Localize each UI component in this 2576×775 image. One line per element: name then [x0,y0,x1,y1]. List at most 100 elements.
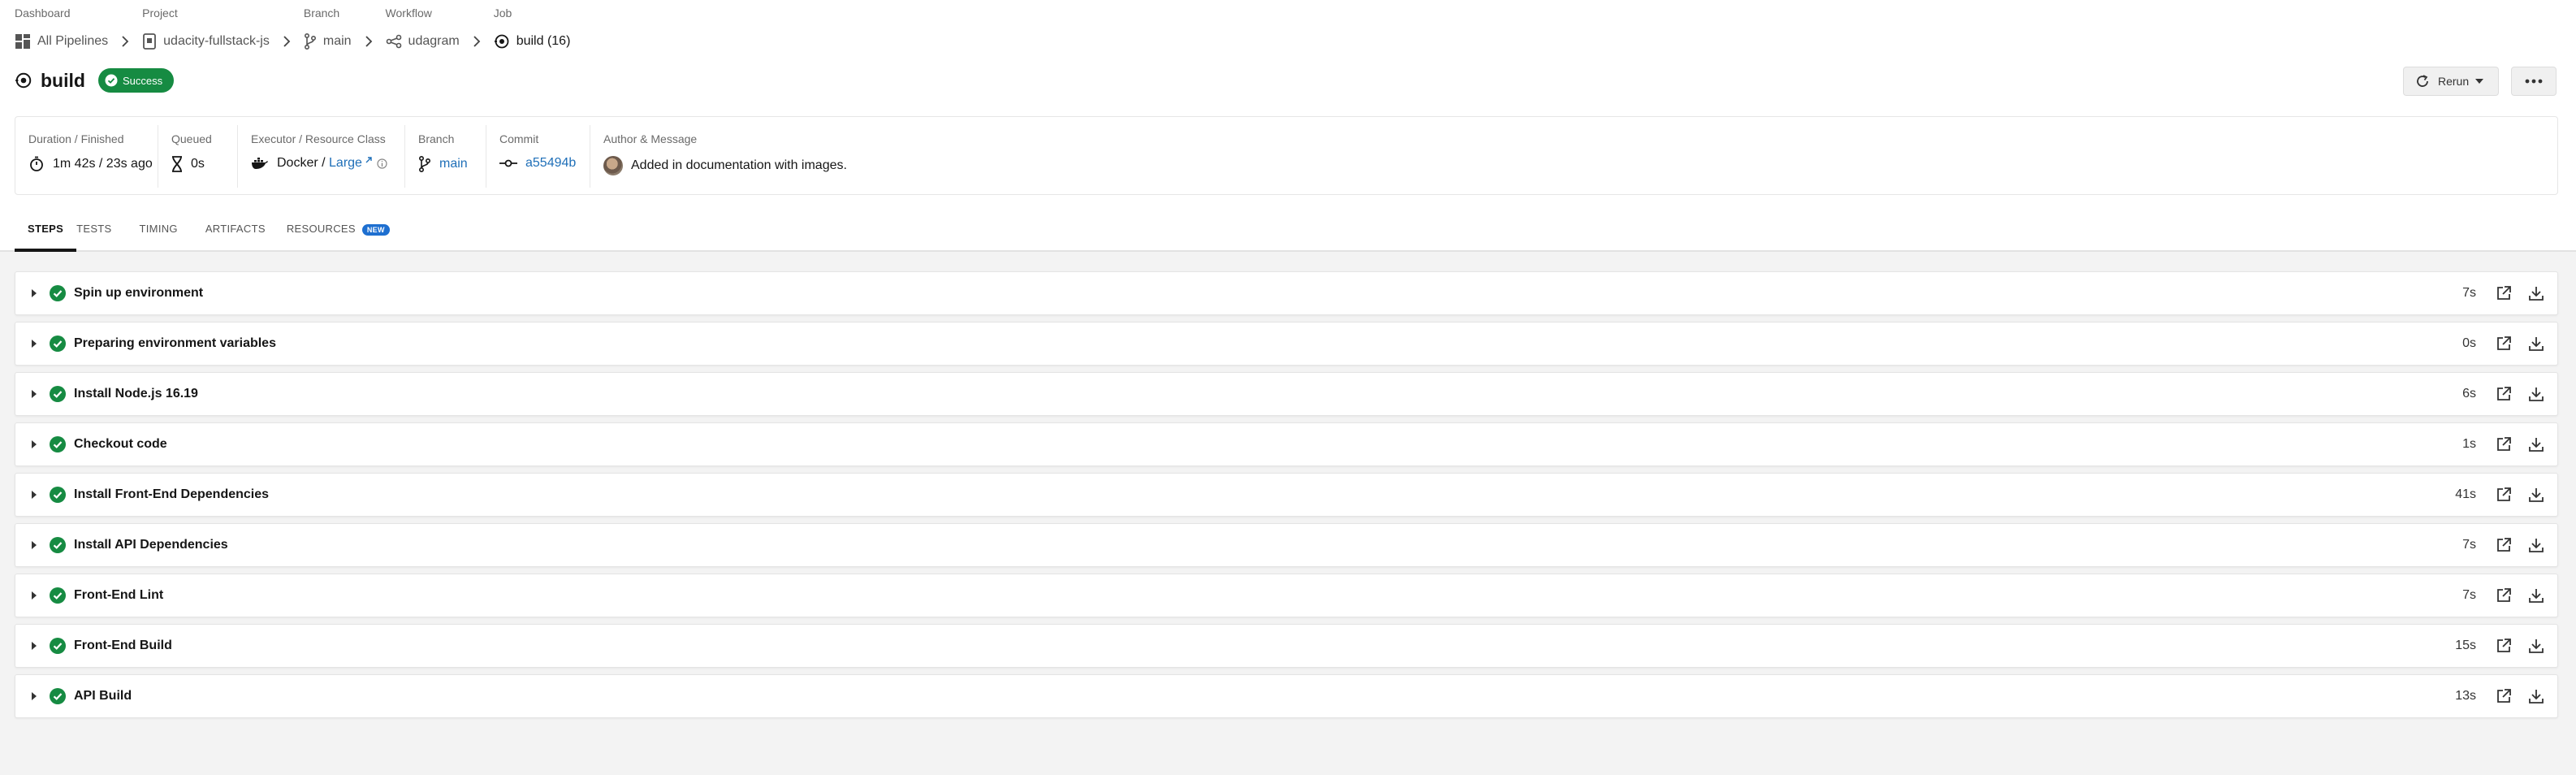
caret-right-icon[interactable] [32,642,37,650]
tab-steps-label: STEPS [28,223,64,235]
info-author: Author & Message Added in documentation … [590,125,915,188]
external-link-icon[interactable] [365,156,372,164]
chevron-right-icon [361,34,376,49]
caret-right-icon[interactable] [32,692,37,700]
caret-right-icon[interactable] [32,289,37,297]
tab-artifacts-label: ARTIFACTS [205,223,266,235]
open-in-new-icon[interactable] [2496,638,2512,654]
open-in-new-icon[interactable] [2496,688,2512,704]
download-icon[interactable] [2528,638,2544,654]
tab-tests[interactable]: TESTS [76,213,111,252]
info-branch-link[interactable]: main [439,157,468,171]
step-row[interactable]: Install Front-End Dependencies 41s [15,473,2558,517]
breadcrumb-workflow: Workflow udagram [386,6,494,51]
ellipsis-icon [2525,79,2543,84]
tab-timing-label: TIMING [139,223,178,235]
open-in-new-icon[interactable] [2496,285,2512,301]
step-name: Preparing environment variables [74,336,276,350]
open-in-new-icon[interactable] [2496,487,2512,503]
caret-right-icon[interactable] [32,541,37,549]
job-icon [494,33,510,50]
open-in-new-icon[interactable] [2496,386,2512,402]
download-icon[interactable] [2528,487,2544,503]
commit-message: Added in documentation with images. [631,158,847,172]
step-name: Install API Dependencies [74,538,228,552]
tab-artifacts[interactable]: ARTIFACTS [205,213,266,252]
step-row[interactable]: Front-End Lint 7s [15,574,2558,617]
download-icon[interactable] [2528,285,2544,301]
step-duration: 1s [2462,437,2476,451]
step-name: Checkout code [74,437,167,451]
tab-resources-label: RESOURCES [286,223,356,235]
workflow-icon [386,33,402,50]
breadcrumb-workflow-link[interactable]: udagram [408,34,460,49]
info-icon[interactable] [377,158,387,169]
check-circle-icon [50,487,66,503]
chevron-right-icon [118,34,132,49]
step-row[interactable]: Install API Dependencies 7s [15,523,2558,567]
open-in-new-icon[interactable] [2496,336,2512,352]
job-info-card: Duration / Finished 1m 42s / 23s ago Que… [15,116,2558,195]
check-circle-icon [50,436,66,452]
open-in-new-icon[interactable] [2496,587,2512,604]
open-in-new-icon[interactable] [2496,537,2512,553]
info-author-label: Author & Message [603,132,698,145]
steps-list: Spin up environment 7s Preparing environme… [15,271,2558,725]
tab-steps[interactable]: STEPS [14,213,77,252]
caret-right-icon[interactable] [32,440,37,448]
step-duration: 41s [2455,487,2476,501]
info-branch: Branch main [405,125,486,188]
step-row[interactable]: API Build 13s [15,674,2558,718]
breadcrumb-branch-link[interactable]: main [323,34,352,49]
rerun-button-label: Rerun [2438,75,2470,88]
step-name: Install Front-End Dependencies [74,487,270,501]
download-icon[interactable] [2528,336,2544,352]
step-duration: 0s [2462,336,2476,350]
job-tabs: STEPS TESTS TIMING ARTIFACTS RESOURCES N… [14,213,424,252]
resource-class-link[interactable]: Large [329,156,362,171]
step-duration: 13s [2455,689,2476,703]
tab-tests-label: TESTS [76,223,112,235]
breadcrumb-dashboard-link[interactable]: All Pipelines [37,34,108,49]
caret-right-icon[interactable] [32,491,37,499]
info-duration: Duration / Finished 1m 42s / 23s ago [15,125,158,188]
download-icon[interactable] [2528,587,2544,604]
breadcrumb-job-label: Job [493,6,512,19]
download-icon[interactable] [2528,537,2544,553]
project-icon [142,33,157,50]
caret-right-icon[interactable] [32,390,37,398]
page-header: Dashboard All Pipelines Project udacity-… [0,0,2576,252]
chevron-right-icon [279,34,294,49]
stopwatch-icon [28,156,45,172]
step-row[interactable]: Install Node.js 16.19 6s [15,372,2558,416]
step-duration: 7s [2462,588,2476,602]
tab-resources[interactable]: RESOURCES NEW [287,213,390,252]
download-icon[interactable] [2528,688,2544,704]
step-row[interactable]: Checkout code 1s [15,422,2558,466]
more-options-button[interactable] [2511,67,2557,96]
step-row[interactable]: Preparing environment variables 0s [15,322,2558,366]
caret-right-icon[interactable] [32,591,37,600]
info-commit-link[interactable]: a55494b [525,156,576,171]
rerun-button[interactable]: Rerun [2403,67,2499,96]
dashboard-icon [15,33,31,50]
step-row[interactable]: Spin up environment 7s [15,271,2558,315]
step-row[interactable]: Front-End Build 15s [15,624,2558,668]
chevron-right-icon [469,34,484,49]
breadcrumb-project-link[interactable]: udacity-fullstack-js [163,34,270,49]
check-circle-icon [50,638,66,654]
job-title-row: build Success [15,68,175,93]
caret-right-icon[interactable] [32,340,37,348]
hourglass-icon [171,156,183,172]
open-in-new-icon[interactable] [2496,436,2512,452]
docker-icon [251,157,269,170]
breadcrumb-dashboard: Dashboard All Pipelines [15,6,142,51]
info-commit-label: Commit [499,132,539,145]
check-circle-icon [50,688,66,704]
step-name: Front-End Lint [74,588,164,602]
download-icon[interactable] [2528,386,2544,402]
download-icon[interactable] [2528,436,2544,452]
tab-timing[interactable]: TIMING [140,213,178,252]
breadcrumb-project: Project udacity-fullstack-js [142,6,304,51]
new-badge: NEW [361,224,390,236]
